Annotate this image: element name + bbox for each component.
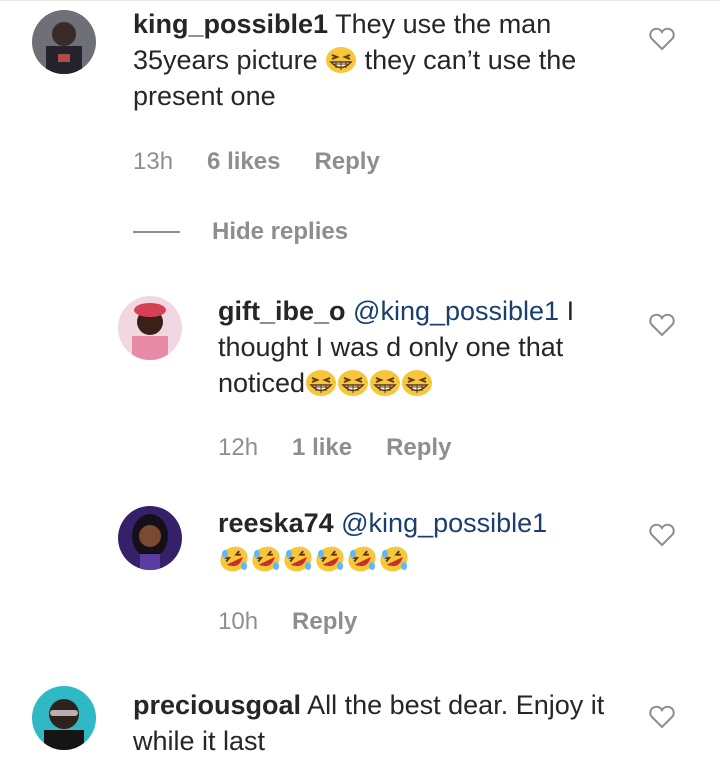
like-heart-icon[interactable] [649, 27, 675, 51]
like-heart-icon[interactable] [649, 313, 675, 337]
comment-meta: 13h 6 likes Reply [133, 148, 380, 176]
reply-text: reeska74 @king_possible1 [218, 505, 618, 577]
hide-replies-label: Hide replies [212, 218, 349, 245]
reply-button[interactable]: Reply [292, 608, 357, 636]
comment-text: preciousgoal All the best dear. Enjoy it… [133, 687, 613, 759]
like-heart-icon[interactable] [649, 705, 675, 729]
comment-body: present one [133, 81, 276, 111]
reply-body: noticed [218, 368, 306, 398]
reply-button[interactable]: Reply [314, 148, 379, 176]
reply-timestamp: 12h [218, 434, 259, 461]
likes-count[interactable]: 6 likes [207, 148, 280, 176]
comment-text: king_possible1 They use the man 35years … [133, 6, 613, 114]
comment-body: All the best dear. Enjoy it [307, 690, 605, 720]
rolling-laughing-face-emoji [250, 545, 282, 573]
likes-count[interactable]: 1 like [292, 434, 352, 462]
avatar-reeska74[interactable] [118, 506, 182, 570]
avatar-gift-ibe-o[interactable] [118, 296, 182, 360]
avatar-preciousgoal[interactable] [32, 686, 96, 750]
reply-username[interactable]: gift_ibe_o [218, 296, 346, 326]
comment-body: while it last [133, 726, 266, 756]
grinning-squinting-face-emoji [401, 369, 433, 397]
grinning-squinting-face-emoji [325, 46, 357, 74]
reply-body: I [566, 296, 575, 326]
rolling-laughing-face-emoji [346, 545, 378, 573]
reply-meta: 10h Reply [218, 608, 357, 636]
top-divider [0, 0, 720, 1]
divider-line [133, 231, 180, 233]
rolling-laughing-face-emoji [282, 545, 314, 573]
comment-timestamp: 13h [133, 148, 174, 175]
like-heart-icon[interactable] [649, 523, 675, 547]
reply-timestamp: 10h [218, 608, 259, 635]
avatar-king-possible1[interactable] [32, 10, 96, 74]
reply-button[interactable]: Reply [386, 434, 451, 462]
mention-link[interactable]: @king_possible1 [353, 296, 559, 326]
mention-link[interactable]: @king_possible1 [341, 508, 547, 538]
rolling-laughing-face-emoji [314, 545, 346, 573]
comment-body: they can’t use the [364, 45, 577, 75]
comment-body: 35years picture [133, 45, 318, 75]
comment-body: They use the man [335, 9, 552, 39]
reply-meta: 12h 1 like Reply [218, 434, 451, 462]
comment-username[interactable]: preciousgoal [133, 690, 301, 720]
reply-body: thought I was d only one that [218, 332, 564, 362]
rolling-laughing-face-emoji [378, 545, 410, 573]
reply-username[interactable]: reeska74 [218, 508, 334, 538]
hide-replies-button[interactable]: Hide replies [133, 218, 348, 246]
rolling-laughing-face-emoji [218, 545, 250, 573]
comment-username[interactable]: king_possible1 [133, 9, 328, 39]
grinning-squinting-face-emoji [305, 369, 337, 397]
grinning-squinting-face-emoji [369, 369, 401, 397]
grinning-squinting-face-emoji [337, 369, 369, 397]
reply-text: gift_ibe_o @king_possible1 I thought I w… [218, 293, 618, 401]
